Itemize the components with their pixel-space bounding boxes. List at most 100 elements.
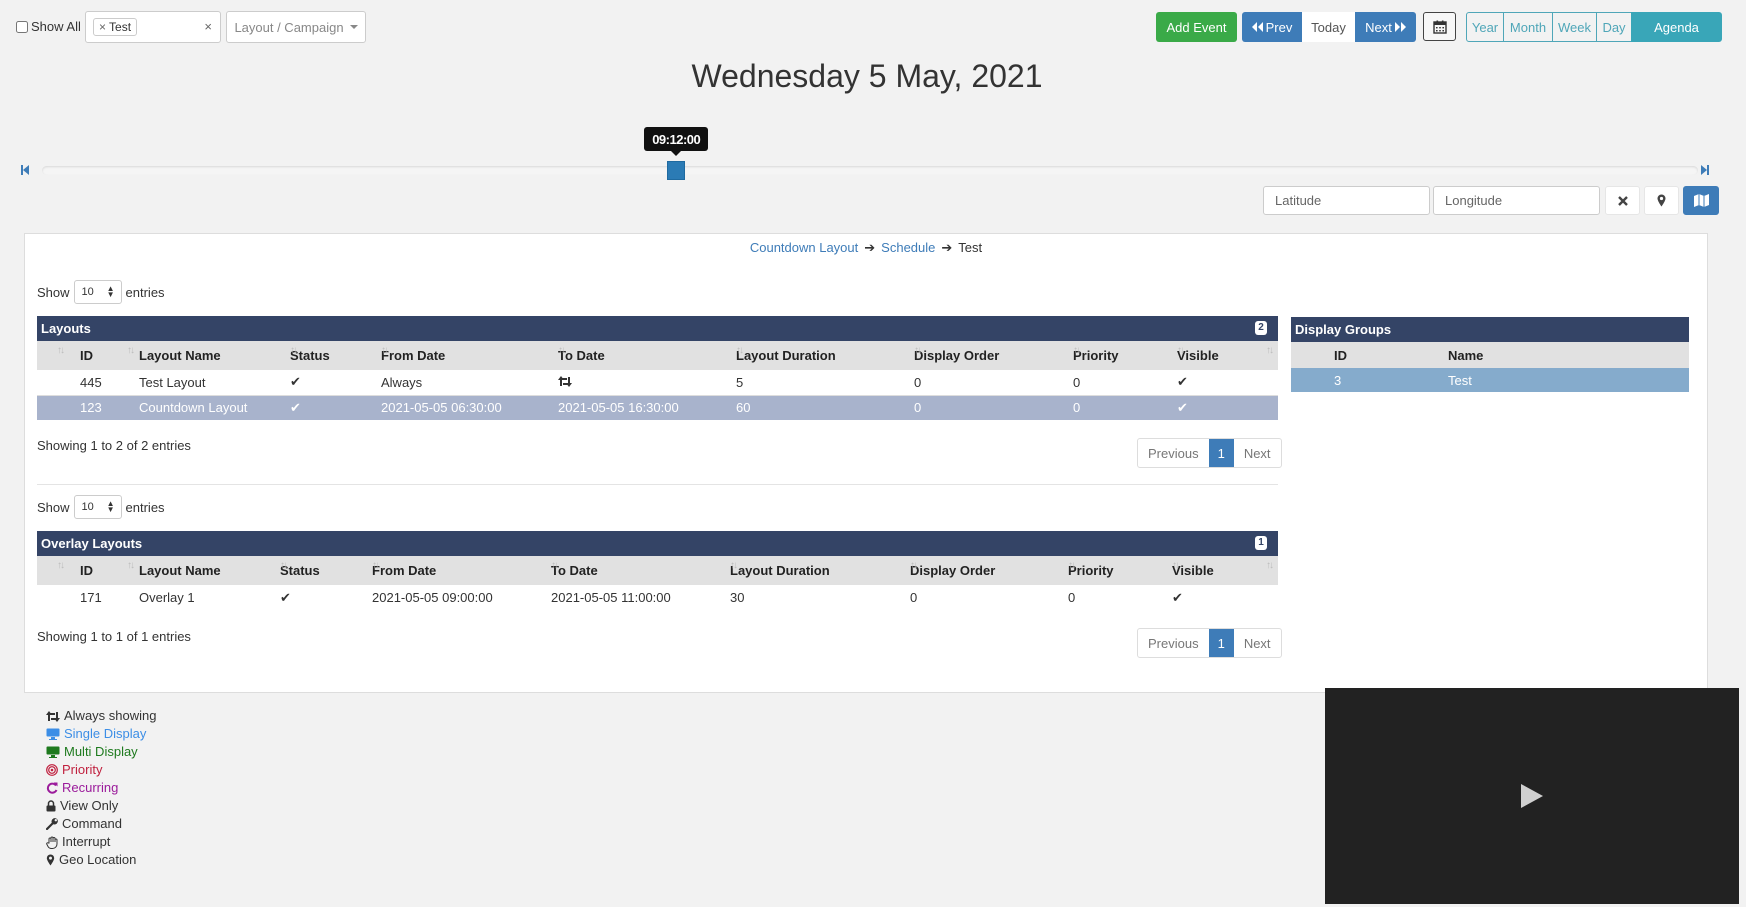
prev-button[interactable]: Prev — [1242, 12, 1302, 42]
table-row-selected[interactable]: 123 Countdown Layout ✔ 2021-05-05 06:30:… — [37, 395, 1278, 420]
col-layout-name[interactable]: ↑↓ Layout Name — [127, 341, 290, 370]
time-slider[interactable] — [42, 166, 1698, 175]
cell-id: 445 — [37, 370, 127, 396]
col-to-date[interactable]: ↑↓ To Date — [551, 556, 730, 585]
sort-icon: ↑↓ — [914, 345, 922, 356]
map-icon — [1693, 194, 1709, 207]
pagination-next[interactable]: Next — [1234, 439, 1281, 467]
sort-icon: ↑↓ — [372, 560, 380, 571]
sort-icon: ↑↓ — [127, 560, 135, 571]
legend-item-geo-location: Geo Location — [46, 851, 157, 869]
today-button[interactable]: Today — [1302, 12, 1355, 42]
pagination-page-1[interactable]: 1 — [1208, 439, 1234, 467]
pagination-next[interactable]: Next — [1234, 629, 1281, 657]
col-id[interactable]: ↑↓ ID — [37, 556, 127, 585]
view-year-button[interactable]: Year — [1466, 12, 1504, 42]
show-all-checkbox[interactable] — [16, 20, 28, 33]
current-location-button[interactable] — [1644, 186, 1679, 215]
col-layout-duration[interactable]: ↑↓ Layout Duration — [736, 341, 914, 370]
legend-item-recurring: Recurring — [46, 779, 157, 797]
sort-icon: ↑↓ — [57, 345, 65, 356]
breadcrumb-schedule-link[interactable]: Schedule — [881, 240, 935, 256]
video-player[interactable] — [1325, 688, 1739, 904]
view-day-button[interactable]: Day — [1596, 12, 1632, 42]
view-week-button[interactable]: Week — [1552, 12, 1597, 42]
display-groups-header-row: ID Name — [1291, 342, 1689, 368]
show-label: Show — [37, 499, 70, 515]
overlay-table-container: Overlay Layouts 1 ↑↓ ID ↑↓ Layout Name ↑↓ S… — [37, 531, 1278, 610]
cell-duration: 30 — [730, 590, 745, 605]
entries-label: entries — [125, 284, 165, 300]
show-all-checkbox-label[interactable]: Show All — [16, 19, 81, 34]
pagination-previous[interactable]: Previous — [1138, 439, 1209, 467]
col-visible[interactable]: ↑↓ Visible ↑↓ — [1177, 341, 1278, 370]
layouts-count-badge: 2 — [1255, 321, 1267, 335]
play-icon[interactable] — [1521, 784, 1543, 808]
prev-label: Prev — [1265, 19, 1293, 35]
display-group-select[interactable]: × Test × — [85, 11, 221, 43]
col-status[interactable]: ↑↓ Status — [290, 341, 381, 370]
sort-icon: ↑↓ — [1073, 345, 1081, 356]
pagination-page-1[interactable]: 1 — [1208, 629, 1234, 657]
next-button[interactable]: Next — [1355, 12, 1416, 42]
legend: Always showing Single Display Multi Disp… — [46, 707, 157, 869]
col-layout-name[interactable]: ↑↓ Layout Name — [127, 556, 280, 585]
col-from-date[interactable]: ↑↓ From Date — [381, 341, 558, 370]
cell-to-date: 2021-05-05 11:00:00 — [551, 590, 671, 605]
clear-selection-icon[interactable]: × — [204, 19, 212, 34]
layout-campaign-dropdown[interactable]: Layout / Campaign — [226, 11, 366, 43]
status-check-icon: ✔ — [290, 395, 381, 420]
step-forward-icon[interactable] — [1701, 165, 1709, 175]
sort-icon: ↑↓ — [381, 345, 389, 356]
overlay-page-length-select[interactable]: 10 ▲ ▼ — [73, 495, 122, 519]
legend-label: Priority — [62, 762, 103, 777]
visible-check-icon: ✔ — [1177, 370, 1278, 396]
col-to-date[interactable]: ↑↓ To Date — [558, 341, 736, 370]
col-id[interactable]: ID — [1291, 348, 1448, 363]
cell-duration: 5 — [736, 370, 914, 396]
map-button[interactable] — [1683, 186, 1719, 215]
layouts-page-length-select[interactable]: 10 ▲ ▼ — [73, 280, 122, 304]
display-groups-title: Display Groups — [1291, 317, 1689, 342]
view-agenda-button[interactable]: Agenda — [1631, 12, 1722, 42]
col-status[interactable]: ↑↓ Status — [280, 556, 372, 585]
col-priority[interactable]: ↑↓ Priority — [1068, 556, 1172, 585]
col-priority[interactable]: ↑↓ Priority — [1073, 341, 1177, 370]
breadcrumb-layout-link[interactable]: Countdown Layout — [750, 240, 858, 256]
sort-icon: ↑↓ — [280, 560, 288, 571]
col-visible[interactable]: ↑↓ Visible ↑↓ — [1172, 556, 1278, 585]
legend-item-interrupt: Interrupt — [46, 833, 157, 851]
clear-geo-button[interactable] — [1605, 186, 1640, 215]
pagination-previous[interactable]: Previous — [1138, 629, 1209, 657]
section-divider — [37, 484, 1278, 485]
overlay-header-row: ↑↓ ID ↑↓ Layout Name ↑↓ Status ↑↓ From Date … — [37, 556, 1278, 585]
col-from-date[interactable]: ↑↓ From Date — [372, 556, 551, 585]
col-display-order[interactable]: ↑↓ Display Order — [910, 556, 1068, 585]
date-picker-button[interactable] — [1423, 12, 1456, 41]
col-display-order[interactable]: ↑↓ Display Order — [914, 341, 1073, 370]
col-layout-duration[interactable]: ↑↓ Layout Duration — [730, 556, 910, 585]
add-event-button[interactable]: Add Event — [1156, 12, 1237, 42]
show-all-label: Show All — [31, 19, 81, 34]
view-month-button[interactable]: Month — [1503, 12, 1553, 42]
display-group-row-selected[interactable]: 3 Test — [1291, 368, 1689, 392]
layout-campaign-label: Layout / Campaign — [234, 19, 344, 35]
wrench-icon — [46, 818, 58, 830]
slider-time-tooltip: 09:12:00 — [644, 127, 709, 156]
col-id[interactable]: ↑↓ ID — [37, 341, 127, 370]
remove-tag-icon[interactable]: × — [99, 19, 106, 35]
overlay-info: Showing 1 to 1 of 1 entries — [37, 629, 191, 644]
latitude-input[interactable] — [1263, 186, 1430, 215]
step-backward-icon[interactable] — [21, 165, 29, 175]
table-row[interactable]: 171 Overlay 1 ✔ 2021-05-05 09:00:00 2021… — [37, 585, 1278, 610]
cell-from-date: Always — [381, 370, 558, 396]
time-slider-handle[interactable] — [667, 161, 686, 180]
table-row[interactable]: 445 Test Layout ✔ Always 5 0 0 ✔ — [37, 370, 1278, 396]
always-showing-icon — [46, 710, 60, 722]
longitude-input[interactable] — [1433, 186, 1600, 215]
cell-id: 171 — [80, 590, 102, 605]
cell-from-date: 2021-05-05 09:00:00 — [372, 590, 493, 605]
visible-check-icon: ✔ — [1172, 589, 1183, 605]
col-name[interactable]: Name — [1448, 348, 1483, 363]
legend-label: Recurring — [62, 780, 119, 795]
